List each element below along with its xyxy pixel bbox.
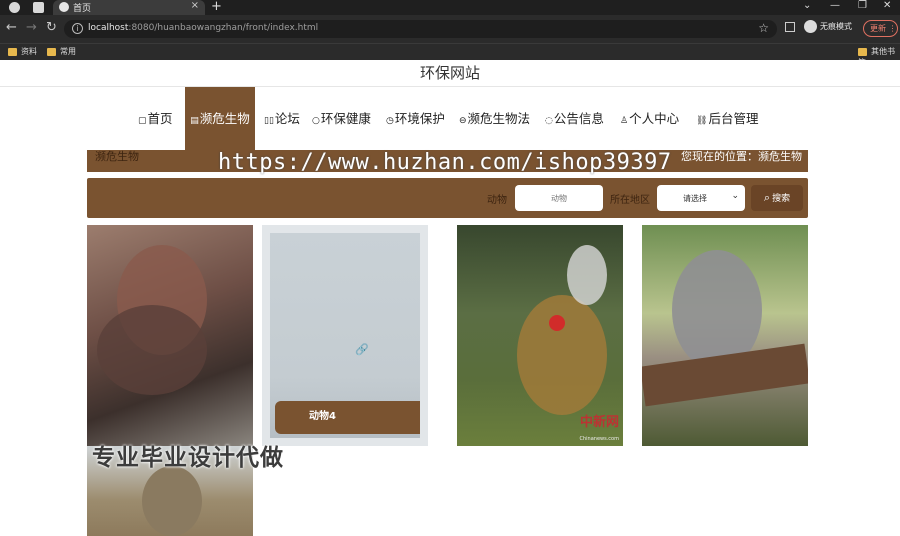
restore-icon[interactable]: ❐: [858, 0, 867, 11]
nav-item-environment[interactable]: ◷环境保护: [386, 87, 445, 150]
home-icon: ▢: [138, 116, 147, 126]
law-icon: ⊖: [459, 116, 467, 126]
source-mark: 中新网: [579, 415, 619, 430]
source-sub: Chinanews.com: [579, 436, 620, 442]
bookmark-folder[interactable]: 资料: [8, 46, 37, 57]
region-select[interactable]: 请选择 ⌄: [657, 185, 745, 211]
promo-banner: 专业毕业设计代做: [92, 445, 284, 471]
forward-icon[interactable]: →: [26, 20, 37, 35]
new-tab-icon[interactable]: +: [211, 0, 222, 14]
animal-card-leopard[interactable]: 中新网 Chinanews.com: [457, 225, 623, 446]
chevron-down-icon: ⌄: [731, 191, 739, 201]
health-icon: ○: [312, 116, 320, 126]
back-icon[interactable]: ←: [6, 20, 17, 35]
site-info-icon[interactable]: i: [72, 23, 83, 34]
update-button[interactable]: 更新 ⋮: [863, 20, 898, 37]
nav-item-forum[interactable]: ▯▯论坛: [264, 87, 300, 150]
nav-item-law[interactable]: ⊖濒危生物法: [459, 87, 530, 150]
breadcrumb-title: 濒危生物: [95, 150, 139, 163]
link-icon: ⛓: [696, 116, 708, 126]
leopard-image: [517, 295, 607, 415]
close-window-icon[interactable]: ✕: [883, 0, 891, 11]
link-icon[interactable]: 🔗: [355, 343, 369, 356]
browser-menu-icon[interactable]: [9, 2, 20, 13]
leopard-bg-shape: [567, 245, 607, 305]
browser-toolbar: ← → ↻ i localhost:8080/huanbaowangzhan/f…: [0, 15, 900, 43]
animal-card-4[interactable]: 🔗 动物4: [262, 225, 428, 446]
main-nav: ▢首页 ▤濒危生物 ▯▯论坛 ○环保健康 ◷环境保护 ⊖濒危生物法 ◌公告信息 …: [0, 87, 900, 150]
nav-item-home[interactable]: ▢首页: [138, 87, 173, 150]
nav-item-user-center[interactable]: ♙个人中心: [620, 87, 679, 150]
side-panel-icon[interactable]: [785, 22, 795, 32]
animal-name-label: 动物: [487, 195, 507, 206]
breadcrumb-location: 您现在的位置：濒危生物: [681, 150, 802, 163]
tab-search-icon[interactable]: ⌄: [803, 0, 811, 11]
region-select-value: 请选择: [683, 194, 707, 203]
nav-item-admin[interactable]: ⛓后台管理: [696, 87, 758, 150]
incognito-avatar-icon: [804, 20, 817, 33]
minimize-icon[interactable]: —: [830, 0, 840, 11]
address-url: localhost:8080/huanbaowangzhan/front/ind…: [88, 23, 319, 33]
card-title: 动物4: [309, 411, 336, 422]
reload-icon[interactable]: ↻: [46, 20, 57, 35]
tab-favicon-icon: [59, 2, 69, 12]
nav-item-notice[interactable]: ◌公告信息: [545, 87, 604, 150]
mouse-cursor: [549, 315, 565, 331]
search-icon: ⌕: [763, 191, 771, 204]
bookmark-star-icon[interactable]: ☆: [758, 21, 769, 35]
list-icon: ▤: [190, 116, 199, 126]
folder-icon: [47, 47, 56, 56]
address-bar[interactable]: i localhost:8080/huanbaowangzhan/front/i…: [64, 20, 777, 38]
user-icon: ♙: [620, 116, 629, 126]
animal-card-rhino[interactable]: [87, 225, 253, 446]
site-title: 环保网站: [0, 60, 900, 87]
folder-icon: [8, 47, 17, 56]
rhino-head-shape: [97, 305, 207, 395]
search-button[interactable]: ⌕ 搜索: [751, 185, 803, 211]
tab-close-icon[interactable]: ×: [191, 0, 199, 11]
browser-tab[interactable]: 首页 ×: [53, 0, 205, 15]
folder-icon: [858, 47, 867, 56]
tab-strip-icon[interactable]: [33, 2, 44, 13]
tab-title: 首页: [73, 4, 92, 14]
web-page: 环保网站 ▢首页 ▤濒危生物 ▯▯论坛 ○环保健康 ◷环境保护 ⊖濒危生物法 ◌…: [0, 60, 900, 536]
nav-item-health[interactable]: ○环保健康: [312, 87, 371, 150]
browser-tab-bar: 首页 × + ⌄ — ❐ ✕: [0, 0, 900, 15]
bookmarks-bar: 资料 常用 其他书签: [0, 43, 900, 67]
region-label: 所在地区: [610, 195, 650, 206]
animal-card-koala[interactable]: [642, 225, 808, 446]
animal-name-input[interactable]: [515, 185, 603, 211]
notice-icon: ◌: [545, 116, 553, 126]
nav-item-endangered[interactable]: ▤濒危生物: [185, 87, 255, 150]
forum-icon: ▯▯: [264, 116, 274, 126]
incognito-indicator[interactable]: 无痕模式: [804, 20, 852, 33]
watermark-url: https://www.huzhan.com/ishop39397: [218, 150, 672, 175]
bookmark-folder[interactable]: 常用: [47, 46, 76, 57]
card-title-overlay: 动物4: [275, 401, 420, 434]
env-icon: ◷: [386, 116, 394, 126]
search-bar: 动物 所在地区 请选择 ⌄ ⌕搜索: [87, 178, 808, 218]
wolf-image: [142, 466, 202, 536]
